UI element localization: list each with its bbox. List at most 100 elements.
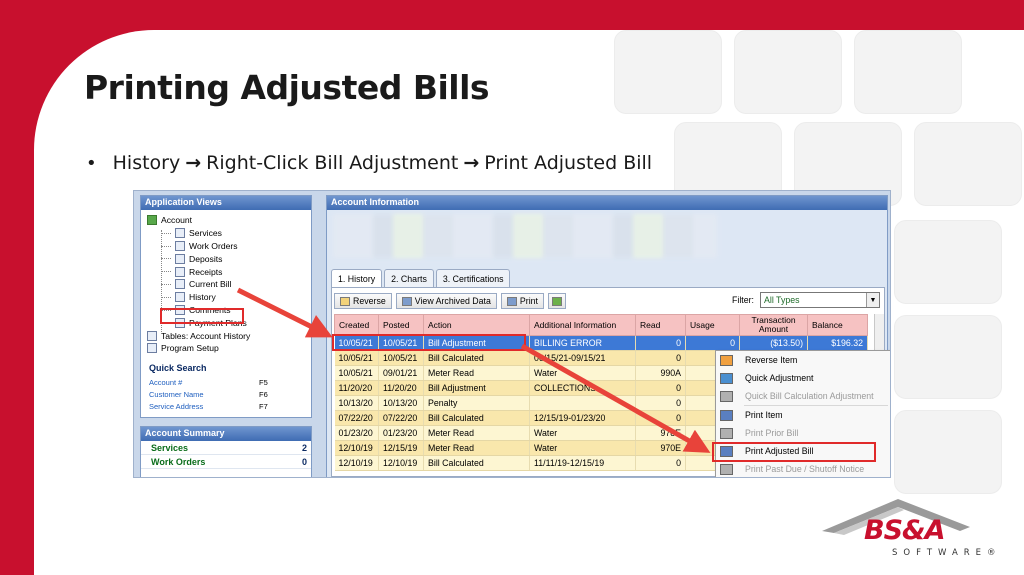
tab-charts[interactable]: 2. Charts [384, 269, 434, 287]
table-cell: 01/23/20 [378, 425, 424, 441]
current-bill-icon [175, 279, 185, 290]
menu-item-reverse-item[interactable]: Reverse Item [716, 351, 890, 369]
tree-item-deposits[interactable]: Deposits [147, 252, 311, 265]
history-highlight-box [160, 308, 244, 324]
table-icon [147, 330, 157, 341]
tree-item-receipts[interactable]: Receipts [147, 265, 311, 278]
table-cell: 10/05/21 [334, 365, 379, 381]
table-cell: 07/22/20 [378, 410, 424, 426]
bg-tile [914, 122, 1022, 206]
account-icon [147, 215, 157, 226]
view-archived-data-button[interactable]: View Archived Data [395, 293, 497, 309]
right-arrow-icon: → [463, 152, 480, 174]
bullet-step-print: Print Adjusted Bill [484, 152, 653, 174]
column-header[interactable]: Additional Information [529, 314, 636, 336]
filter-select[interactable]: All Types ▼ [760, 292, 880, 308]
table-cell: 11/20/20 [378, 380, 424, 396]
account-summary-header: Account Summary [141, 427, 311, 441]
bg-tile [894, 410, 1002, 494]
quick-search-title: Quick Search [149, 363, 207, 373]
menu-item-icon [720, 390, 733, 402]
right-arrow-icon: → [185, 152, 202, 174]
table-cell: 990A [635, 365, 686, 381]
tree-item-tables[interactable]: Tables: Account History [147, 329, 311, 342]
table-cell: 978E [635, 425, 686, 441]
table-cell: 12/10/19 [378, 455, 424, 471]
table-cell: 10/13/20 [334, 395, 379, 411]
tree-item-history[interactable]: History [147, 291, 311, 304]
bg-tile [614, 30, 722, 114]
column-header[interactable]: Transaction Amount [739, 314, 808, 336]
tab-history[interactable]: 1. History [331, 269, 383, 287]
column-header[interactable]: Created [334, 314, 379, 336]
bg-tile [894, 220, 1002, 304]
app-screenshot: Application Views Account Services Work … [133, 190, 891, 478]
column-header[interactable]: Balance [807, 314, 868, 336]
column-header[interactable]: Posted [378, 314, 424, 336]
table-cell: 10/05/21 [334, 350, 379, 366]
table-cell: 0 [635, 455, 686, 471]
table-cell: 07/22/20 [334, 410, 379, 426]
table-cell: 0 [635, 410, 686, 426]
table-cell: COLLECTIONS [529, 380, 636, 396]
menu-item-print-past-due-shutoff-notice[interactable]: Print Past Due / Shutoff Notice [716, 460, 890, 477]
menu-item-label: Quick Adjustment [745, 373, 814, 383]
summary-row-services[interactable]: Services 2 [141, 441, 311, 455]
table-cell: 12/10/19 [334, 455, 379, 471]
tab-certifications[interactable]: 3. Certifications [435, 269, 511, 287]
menu-item-print-prior-bill[interactable]: Print Prior Bill [716, 424, 890, 442]
quick-search-service-address[interactable]: Service Address F7 [149, 400, 309, 412]
table-cell: Bill Calculated [423, 410, 530, 426]
table-cell: 970E [635, 440, 686, 456]
menu-item-print-item[interactable]: Print Item [716, 406, 890, 424]
export-button[interactable] [547, 293, 566, 309]
tree-item-current-bill[interactable]: Current Bill [147, 278, 311, 291]
table-cell: 0 [635, 350, 686, 366]
slide-title: Printing Adjusted Bills [84, 68, 490, 107]
table-cell: 11/20/20 [334, 380, 379, 396]
application-views-panel: Application Views Account Services Work … [140, 195, 312, 418]
bg-tile [854, 30, 962, 114]
table-cell [529, 395, 636, 411]
menu-item-icon [720, 409, 733, 421]
table-cell: Meter Read [423, 440, 530, 456]
menu-item-icon [720, 354, 733, 366]
column-header[interactable]: Usage [685, 314, 740, 336]
summary-row-work-orders[interactable]: Work Orders 0 [141, 455, 311, 469]
print-adjusted-bill-highlight-box [712, 442, 876, 462]
table-cell: 12/15/19-01/23/20 [529, 410, 636, 426]
tree-item-services[interactable]: Services [147, 227, 311, 240]
menu-item-quick-adjustment[interactable]: Quick Adjustment [716, 369, 890, 387]
table-cell: Water [529, 425, 636, 441]
tree-item-work-orders[interactable]: Work Orders [147, 240, 311, 253]
quick-search-customer-name[interactable]: Customer Name F6 [149, 388, 309, 400]
bsa-software-logo: BS&A SOFTWARE® [820, 497, 1010, 565]
redacted-account-details [333, 214, 717, 258]
table-cell: 0 [635, 380, 686, 396]
services-icon [175, 228, 185, 239]
table-cell: 12/10/19 [334, 440, 379, 456]
bg-tile [734, 30, 842, 114]
print-button[interactable]: Print [500, 293, 544, 309]
table-cell: 0 [635, 395, 686, 411]
menu-item-quick-bill-calculation-adjustment[interactable]: Quick Bill Calculation Adjustment [716, 387, 890, 405]
table-cell: 12/15/19 [378, 440, 424, 456]
account-summary-panel: Account Summary Services 2 Work Orders 0 [140, 426, 312, 477]
tree-item-account[interactable]: Account [147, 214, 311, 227]
table-cell: 09/01/21 [378, 365, 424, 381]
bullet-step-history: History [112, 152, 181, 174]
bg-tile [894, 315, 1002, 399]
quick-search-account[interactable]: Account # F5 [149, 376, 309, 388]
printer-icon [506, 296, 517, 306]
column-header[interactable]: Read [635, 314, 686, 336]
column-header[interactable]: Action [423, 314, 530, 336]
bill-adjustment-highlight-box [332, 334, 526, 351]
table-cell: Meter Read [423, 365, 530, 381]
reverse-icon [340, 296, 350, 306]
menu-item-label: Print Item [745, 410, 783, 420]
tree-item-program-setup[interactable]: Program Setup [147, 342, 311, 355]
reverse-button[interactable]: Reverse [334, 293, 392, 309]
deposits-icon [175, 253, 185, 264]
tab-bar: 1. History 2. Charts 3. Certifications [327, 269, 512, 287]
history-toolbar: Reverse View Archived Data Print Filter:… [334, 292, 884, 310]
